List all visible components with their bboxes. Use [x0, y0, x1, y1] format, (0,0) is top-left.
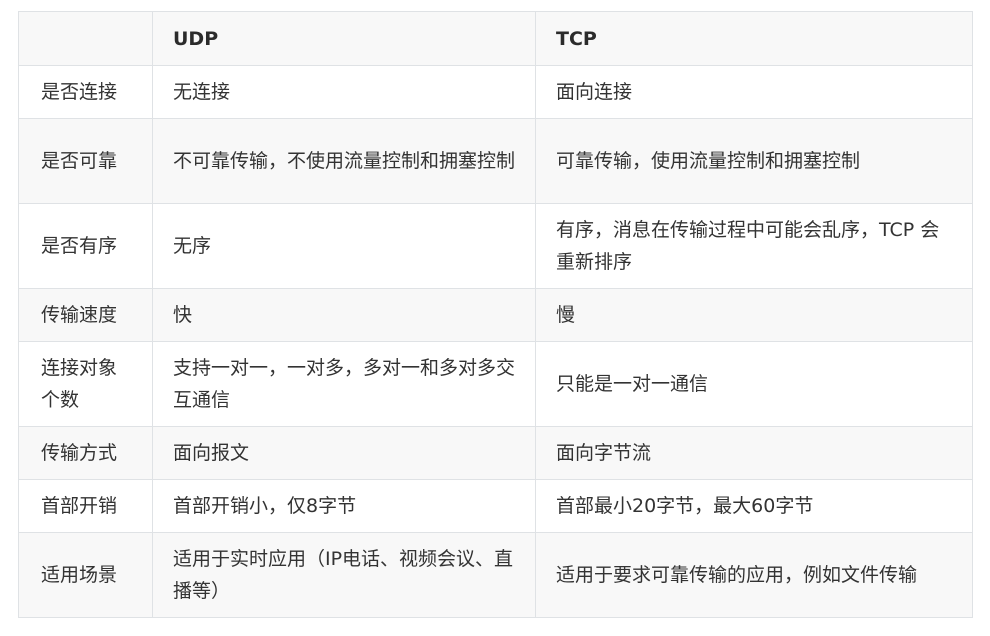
comparison-table-container: UDP TCP 是否连接 无连接 面向连接 是否可靠 不可靠传输，不使用流量控制…: [18, 11, 973, 618]
tcp-cell: 可靠传输，使用流量控制和拥塞控制: [535, 118, 973, 204]
table-row: 连接对象个数 支持一对一，一对多，多对一和多对多交互通信 只能是一对一通信: [18, 341, 973, 427]
table-row: 适用场景 适用于实时应用（IP电话、视频会议、直播等） 适用于要求可靠传输的应用…: [18, 532, 973, 618]
udp-cell: 不可靠传输，不使用流量控制和拥塞控制: [152, 118, 536, 204]
tcp-cell: 首部最小20字节，最大60字节: [535, 479, 973, 533]
table-row: 是否有序 无序 有序，消息在传输过程中可能会乱序，TCP 会重新排序: [18, 203, 973, 289]
row-label: 传输速度: [18, 288, 153, 342]
row-label: 适用场景: [18, 532, 153, 618]
header-cell-empty: [18, 11, 153, 66]
udp-cell: 无序: [152, 203, 536, 289]
row-label: 首部开销: [18, 479, 153, 533]
tcp-cell: 慢: [535, 288, 973, 342]
table-row: 传输速度 快 慢: [18, 288, 973, 342]
udp-tcp-comparison-table: UDP TCP 是否连接 无连接 面向连接 是否可靠 不可靠传输，不使用流量控制…: [18, 11, 973, 618]
row-label: 是否有序: [18, 203, 153, 289]
tcp-cell: 适用于要求可靠传输的应用，例如文件传输: [535, 532, 973, 618]
tcp-cell: 只能是一对一通信: [535, 341, 973, 427]
table-row: 首部开销 首部开销小，仅8字节 首部最小20字节，最大60字节: [18, 479, 973, 533]
udp-cell: 支持一对一，一对多，多对一和多对多交互通信: [152, 341, 536, 427]
row-label: 是否可靠: [18, 118, 153, 204]
table-row: 传输方式 面向报文 面向字节流: [18, 426, 973, 480]
table-row: 是否连接 无连接 面向连接: [18, 65, 973, 119]
udp-cell: 适用于实时应用（IP电话、视频会议、直播等）: [152, 532, 536, 618]
row-label: 连接对象个数: [18, 341, 153, 427]
row-label: 传输方式: [18, 426, 153, 480]
row-label: 是否连接: [18, 65, 153, 119]
udp-cell: 无连接: [152, 65, 536, 119]
tcp-cell: 面向连接: [535, 65, 973, 119]
tcp-cell: 有序，消息在传输过程中可能会乱序，TCP 会重新排序: [535, 203, 973, 289]
header-cell-tcp: TCP: [535, 11, 973, 66]
udp-cell: 快: [152, 288, 536, 342]
table-row: 是否可靠 不可靠传输，不使用流量控制和拥塞控制 可靠传输，使用流量控制和拥塞控制: [18, 118, 973, 204]
udp-cell: 首部开销小，仅8字节: [152, 479, 536, 533]
tcp-cell: 面向字节流: [535, 426, 973, 480]
table-header-row: UDP TCP: [18, 11, 973, 66]
header-cell-udp: UDP: [152, 11, 536, 66]
udp-cell: 面向报文: [152, 426, 536, 480]
